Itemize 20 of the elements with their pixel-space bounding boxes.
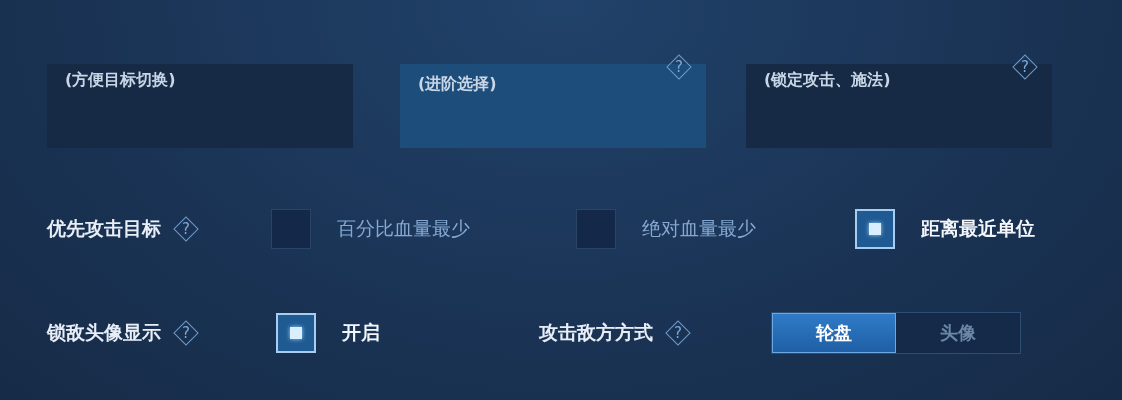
mode-card[interactable]: (方便目标切换) [47,64,353,148]
setting-label: 优先攻击目标 [47,216,161,241]
option-label: 绝对血量最少 [642,216,756,241]
card-caption: (锁定攻击、施法) [764,70,891,91]
setting-label: 攻击敌方方式 [539,320,653,345]
checkbox[interactable] [271,209,311,249]
card-caption: (进阶选择) [418,74,497,95]
help-icon[interactable]: ? [173,320,199,346]
option-label: 百分比血量最少 [337,216,470,241]
option-label: 开启 [342,320,380,345]
checkbox[interactable] [576,209,616,249]
setting-label: 锁敌头像显示 [47,320,161,345]
segment-tab[interactable]: 头像 [896,313,1020,353]
help-icon[interactable]: ? [173,216,199,242]
help-icon[interactable]: ? [665,320,691,346]
help-icon[interactable]: ? [1012,54,1038,80]
segment-tab[interactable]: 轮盘 [772,313,896,353]
card-caption: (方便目标切换) [65,70,176,91]
option-label: 距离最近单位 [921,216,1035,241]
help-icon[interactable]: ? [666,54,692,80]
